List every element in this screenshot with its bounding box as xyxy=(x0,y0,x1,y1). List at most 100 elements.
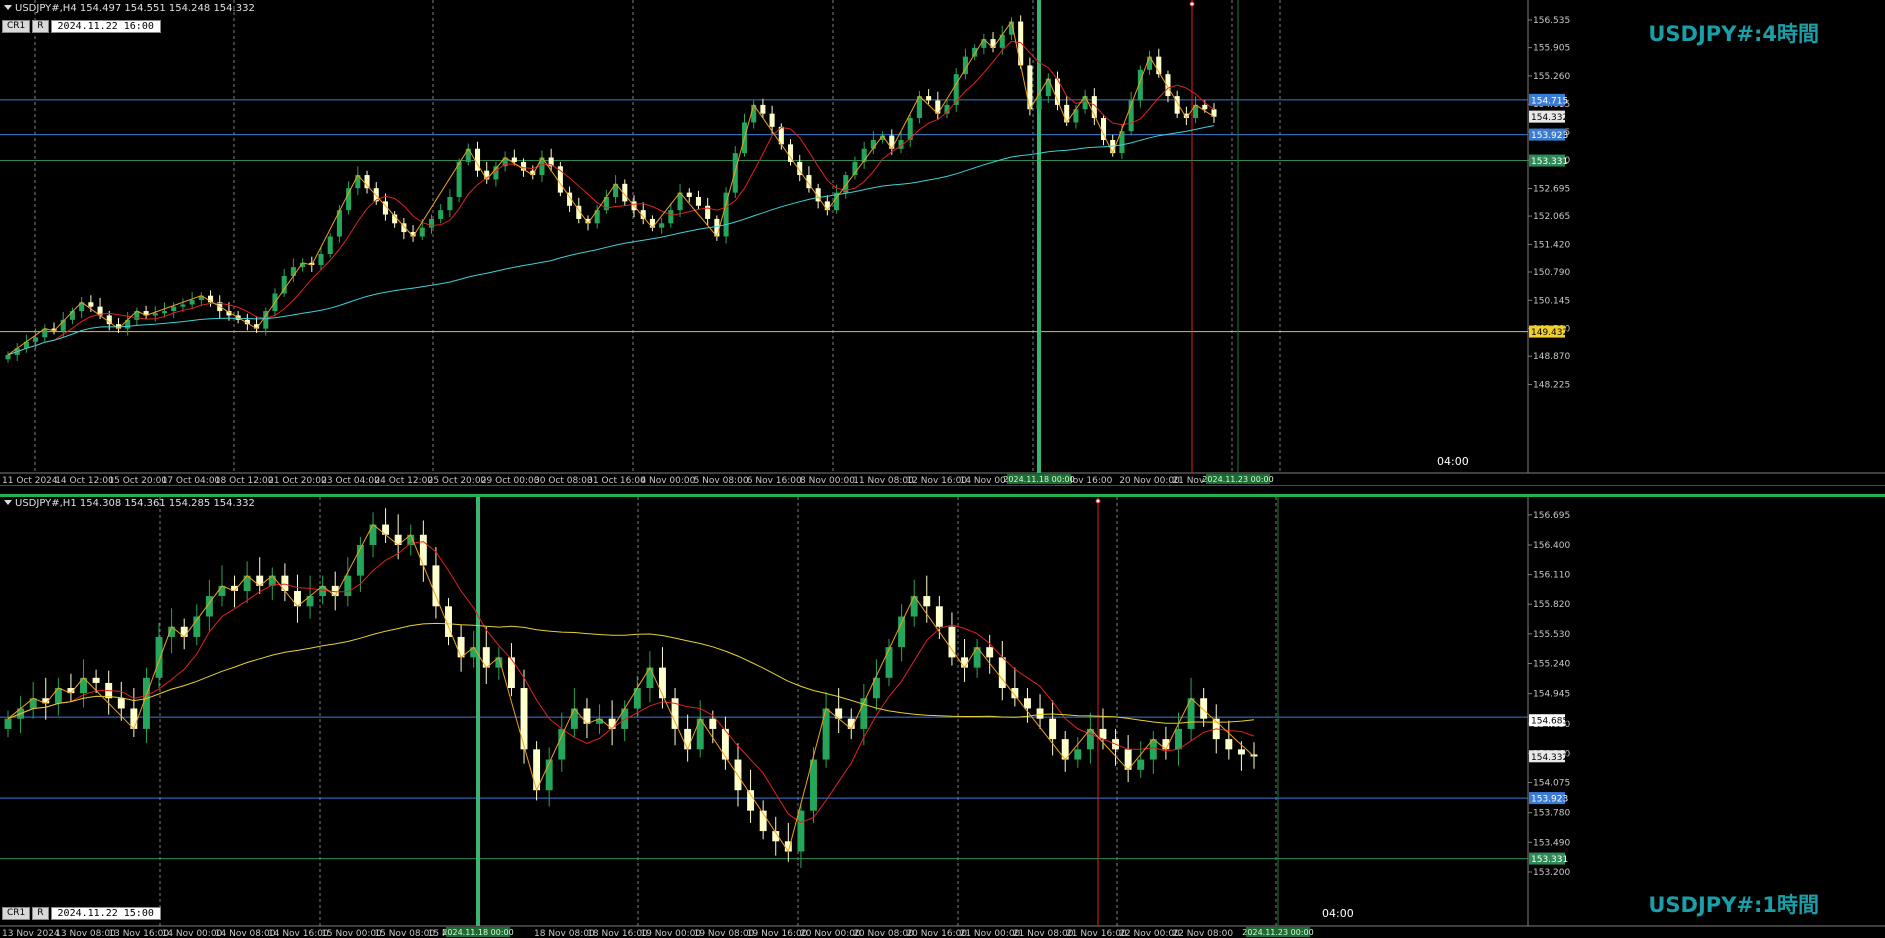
candle-body xyxy=(926,96,932,101)
time-axis-label: 15 Oct 20:00 xyxy=(108,476,167,485)
candle-body xyxy=(1036,96,1042,110)
r-button[interactable]: R xyxy=(32,20,49,33)
candle-body xyxy=(155,636,163,678)
time-axis-label: 6 Nov 16:00 xyxy=(747,476,802,485)
symbol-info-h1: USDJPY#,H1 154.308 154.361 154.285 154.3… xyxy=(15,498,255,509)
red-vline-handle xyxy=(1189,1,1195,7)
price-tick-label: 155.905 xyxy=(1533,44,1570,54)
price-tick-label: 152.695 xyxy=(1533,184,1570,194)
time-axis-label: 18 Nov 16:00 xyxy=(587,929,648,938)
price-tick-label: 153.780 xyxy=(1533,809,1570,819)
time-tag-label: 2024.11.23 00:00 xyxy=(1242,928,1313,937)
price-tick-label: 153.200 xyxy=(1533,868,1570,878)
candle-body xyxy=(961,657,968,668)
time-axis-label: 30 Oct 08:00 xyxy=(534,476,593,485)
time-axis-label: 14 Oct 12:00 xyxy=(55,476,114,485)
price-tag-label: 154.715 xyxy=(1531,96,1568,106)
pane-title-h1: USDJPY#:1時間 xyxy=(1648,893,1819,917)
cr1-button[interactable]: CR1 xyxy=(2,907,31,920)
time-axis-label: 4 Nov 00:00 xyxy=(640,476,695,485)
datetime-field-h1[interactable]: 2024.11.22 15:00 xyxy=(50,907,161,920)
price-tag-label: 153.331 xyxy=(1531,855,1568,865)
time-tag-label: 2024.11.18 00:00 xyxy=(1003,475,1074,484)
red-vline-handle xyxy=(1095,498,1101,504)
candle-body xyxy=(824,201,830,211)
dropdown-triangle-icon[interactable] xyxy=(4,500,12,505)
time-axis-label: 20 Nov 00:00 xyxy=(1119,476,1180,485)
candle-body xyxy=(456,161,462,197)
time-axis-label: 19 Nov 00:00 xyxy=(640,929,701,938)
candle-body xyxy=(364,175,370,189)
price-tick-label: 150.145 xyxy=(1533,296,1570,306)
price-tick-label: 155.260 xyxy=(1533,72,1570,82)
time-axis-label: 24 Oct 12:00 xyxy=(374,476,433,485)
candle-body xyxy=(659,223,665,228)
candle-body xyxy=(457,636,465,658)
price-tag-label: 153.923 xyxy=(1531,795,1568,805)
time-axis-label: 13 Nov 08:00 xyxy=(55,929,116,938)
time-axis-label: 20 Nov 08:00 xyxy=(853,929,914,938)
price-tag-label: 154.332 xyxy=(1531,113,1568,123)
time-tag-label: 2024.11.23 00:00 xyxy=(1202,475,1273,484)
candle-body xyxy=(953,74,959,105)
candle-body xyxy=(885,647,893,678)
candle-body xyxy=(998,657,1006,689)
price-tag-label: 153.923 xyxy=(1531,131,1568,141)
candle-body xyxy=(923,596,931,607)
candle-body xyxy=(88,302,94,307)
cr1-button[interactable]: CR1 xyxy=(2,20,31,33)
candle-body xyxy=(1137,759,1145,770)
candle-body xyxy=(1023,698,1031,709)
candle-body xyxy=(428,218,435,228)
time-axis-label: 19 Nov 08:00 xyxy=(694,929,755,938)
candle-body xyxy=(5,354,11,360)
candle-body xyxy=(171,306,177,312)
time-axis-label: 11 Oct 2024 xyxy=(2,476,58,485)
price-tick-label: 153.490 xyxy=(1533,838,1570,848)
candle-body xyxy=(797,810,805,852)
chart-pane-h4[interactable]: 156.535155.905155.260154.615153.985153.3… xyxy=(0,0,1885,485)
candle-body xyxy=(1049,718,1057,740)
price-tick-label: 148.225 xyxy=(1533,381,1570,391)
price-tick-label: 154.945 xyxy=(1533,690,1570,700)
time-axis-label: 23 Oct 04:00 xyxy=(321,476,380,485)
candle-body xyxy=(684,728,692,750)
candle-body xyxy=(1200,698,1208,719)
time-axis-label: 12 Nov 16:00 xyxy=(906,476,967,485)
chart-pane-h1[interactable]: 156.695 156.400 156.110 155.820 155.530 155.2… xyxy=(0,497,1885,938)
price-tick-label: 156.400 xyxy=(1533,541,1570,551)
datetime-field-h4[interactable]: 2024.11.22 16:00 xyxy=(50,20,161,33)
candle-body xyxy=(1202,104,1208,110)
candle-body xyxy=(668,210,674,224)
time-axis-label: 19 Nov 16:00 xyxy=(747,929,808,938)
time-axis-label: 5 Nov 08:00 xyxy=(694,476,749,485)
candle-body xyxy=(346,188,352,211)
candle-body xyxy=(419,227,425,237)
candle-body xyxy=(318,254,324,265)
candle-body xyxy=(709,718,717,729)
time-axis-label: 31 Oct 16:00 xyxy=(587,476,646,485)
candle-body xyxy=(152,313,158,316)
candle-body xyxy=(142,677,150,729)
price-tick-label: 156.535 xyxy=(1533,16,1570,26)
price-tag-label: 153.331 xyxy=(1531,157,1568,167)
price-tick-label: 155.530 xyxy=(1533,630,1570,640)
time-axis-label: 15 Nov 08:00 xyxy=(374,929,435,938)
price-tick-label: 156.695 xyxy=(1533,511,1570,521)
time-axis-label: 14 Nov 00:00 xyxy=(162,929,223,938)
price-tick-label: 156.110 xyxy=(1533,571,1570,581)
chart-canvas-h4[interactable]: 156.535155.905155.260154.615153.985153.3… xyxy=(0,0,1885,485)
candle-body xyxy=(189,300,195,305)
time-axis-label: 20 Nov 00:00 xyxy=(800,929,861,938)
candle-body xyxy=(33,337,39,342)
candle-body xyxy=(432,565,440,607)
time-axis-label: 20 Nov 16:00 xyxy=(906,929,967,938)
dropdown-triangle-icon[interactable] xyxy=(4,5,12,10)
time-axis-label: 14 Nov 16:00 xyxy=(268,929,329,938)
pane-title-h4: USDJPY#:4時間 xyxy=(1648,22,1819,46)
candle-body xyxy=(92,677,100,683)
price-tick-label: 154.075 xyxy=(1533,779,1570,789)
r-button[interactable]: R xyxy=(32,907,49,920)
chart-canvas-h1[interactable]: 156.695 156.400 156.110 155.820 155.530 155.2… xyxy=(0,497,1885,938)
chart-header-h4: USDJPY#,H4 154.497 154.551 154.248 154.3… xyxy=(2,3,255,14)
